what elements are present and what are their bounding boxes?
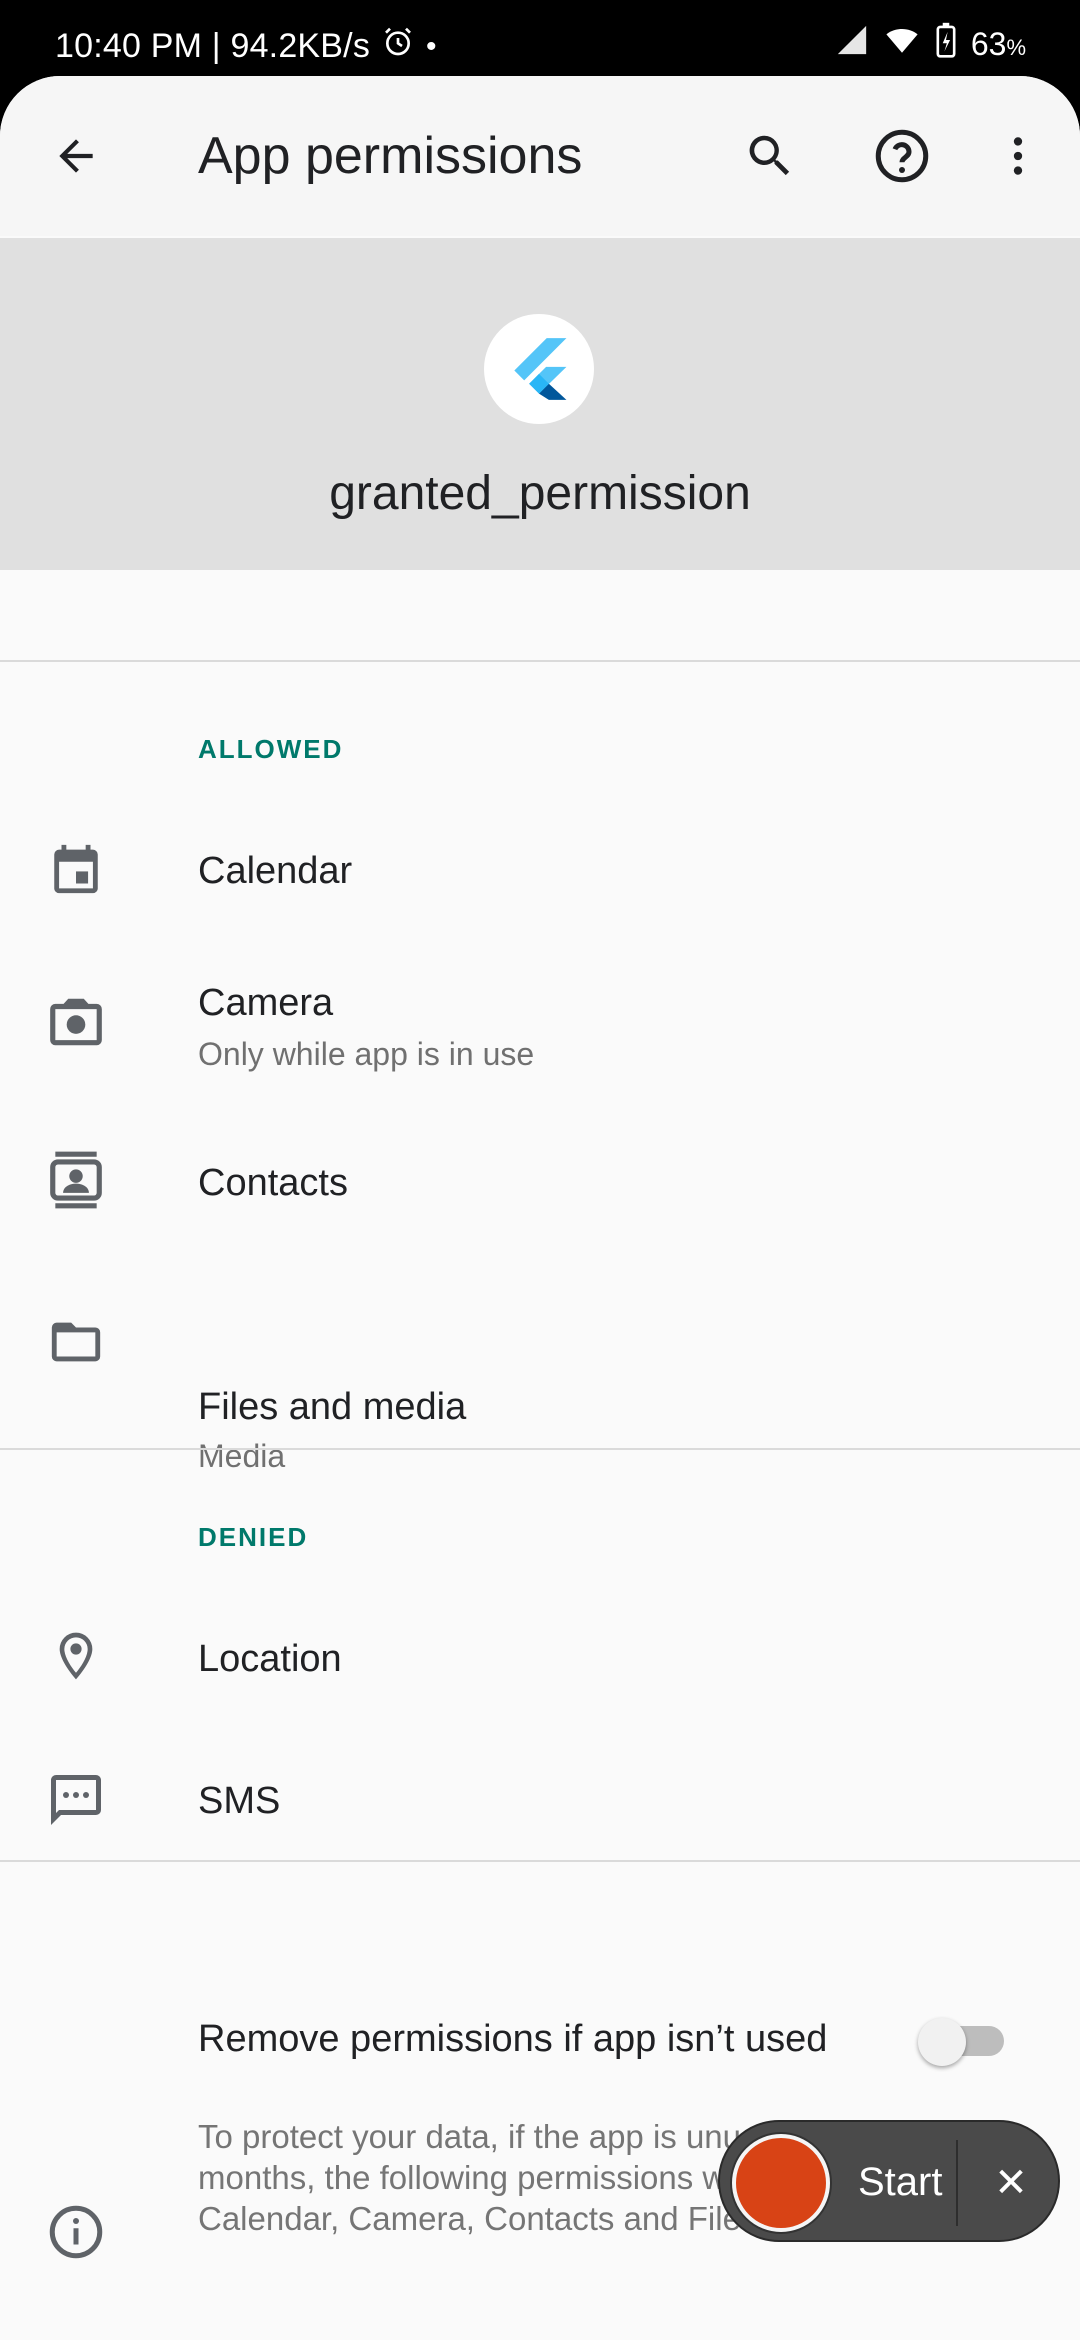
arrow-back-icon xyxy=(59,139,93,173)
permission-label: SMS xyxy=(198,1780,281,1822)
permission-sublabel: Only while app is in use xyxy=(198,1036,535,1072)
status-right: 63% xyxy=(835,22,1026,66)
flutter-icon xyxy=(514,338,567,400)
folder-icon xyxy=(40,1306,112,1378)
more-vert-icon xyxy=(1013,137,1023,175)
divider xyxy=(0,1448,1080,1450)
record-button[interactable] xyxy=(732,2134,830,2232)
permission-label: Location xyxy=(198,1638,342,1680)
status-bar: 10:40 PM | 94.2KB/s • 63% xyxy=(0,0,1080,80)
app-name: granted_permission xyxy=(329,467,751,520)
screen-recorder-widget: Start ✕ xyxy=(718,2120,1060,2242)
search-icon xyxy=(749,135,790,176)
section-denied-header: DENIED xyxy=(198,1522,309,1552)
help-button[interactable] xyxy=(866,120,938,192)
notification-dot-icon: • xyxy=(426,29,437,63)
permission-row-contacts[interactable]: Contacts xyxy=(0,1106,1080,1256)
location-icon xyxy=(40,1620,112,1692)
permission-row-files-and-media[interactable]: Files and media Media xyxy=(0,1256,1080,1474)
sms-icon xyxy=(40,1764,112,1836)
recorder-divider xyxy=(956,2140,958,2226)
app-bar: App permissions xyxy=(0,76,1080,236)
wifi-icon xyxy=(883,23,921,65)
remove-permissions-toggle[interactable] xyxy=(918,2018,1006,2066)
permission-row-location[interactable]: Location xyxy=(0,1586,1080,1728)
app-permissions-screen: App permissions granted_permission ALLOW… xyxy=(0,76,1080,2340)
divider xyxy=(0,660,1080,662)
help-icon xyxy=(875,129,929,183)
app-logo xyxy=(484,314,594,424)
permission-sublabel: Media xyxy=(198,1438,286,1474)
back-button[interactable] xyxy=(40,120,112,192)
page-title: App permissions xyxy=(198,127,583,185)
divider xyxy=(0,1860,1080,1862)
permission-label: Camera xyxy=(198,982,334,1024)
alarm-icon xyxy=(382,26,414,67)
section-allowed-header: ALLOWED xyxy=(198,734,344,764)
signal-icon xyxy=(835,23,869,65)
battery-icon xyxy=(935,22,957,66)
battery-level: 63% xyxy=(970,25,1026,62)
close-icon[interactable]: ✕ xyxy=(976,2148,1046,2218)
remove-permissions-label: Remove permissions if app isn’t used xyxy=(198,2018,828,2060)
status-time-speed: 10:40 PM | 94.2KB/s xyxy=(55,27,371,65)
start-recording-label[interactable]: Start xyxy=(858,2160,942,2205)
calendar-icon xyxy=(40,833,112,905)
permission-row-sms[interactable]: SMS xyxy=(0,1728,1080,1870)
permission-label: Files and media xyxy=(198,1386,467,1428)
permission-label: Contacts xyxy=(198,1162,348,1204)
camera-icon xyxy=(40,986,112,1058)
more-options-button[interactable] xyxy=(982,120,1054,192)
permission-label: Calendar xyxy=(198,850,353,892)
status-left: 10:40 PM | 94.2KB/s • xyxy=(55,26,437,67)
contacts-icon xyxy=(40,1144,112,1216)
permission-row-camera[interactable]: Camera Only while app is in use xyxy=(0,940,1080,1106)
toggle-thumb xyxy=(918,2018,966,2066)
permission-row-calendar[interactable]: Calendar xyxy=(0,798,1080,940)
search-button[interactable] xyxy=(734,120,806,192)
info-icon xyxy=(40,2196,112,2268)
remove-permissions-row[interactable]: Remove permissions if app isn’t used xyxy=(0,1996,1080,2116)
